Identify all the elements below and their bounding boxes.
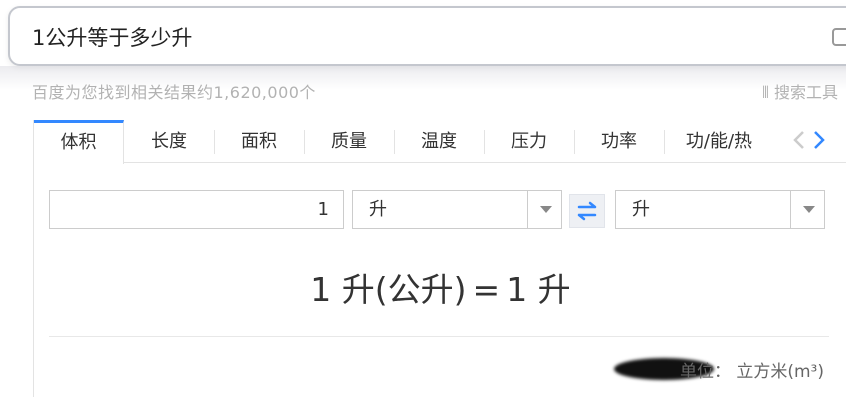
from-unit-value: 升: [369, 199, 387, 220]
chevron-right-icon[interactable]: [812, 130, 826, 154]
chevron-down-icon: [803, 206, 815, 213]
search-input[interactable]: 1公升等于多少升: [32, 22, 192, 52]
standard-unit-note: 单位： 立方米(m³): [680, 357, 824, 382]
unit-note-value: 立方米(m³): [736, 362, 824, 382]
from-unit-select[interactable]: 升: [352, 190, 562, 229]
search-tools-label: 搜索工具: [773, 83, 838, 102]
to-unit-select[interactable]: 升: [615, 190, 825, 229]
category-tabs: 体积 长度 面积 质量 温度 压力 功率 功/能/热: [34, 120, 846, 164]
result-target: 1 升: [506, 270, 571, 309]
chevron-left-icon[interactable]: [792, 130, 806, 154]
search-tools-link[interactable]: ⫴ 搜索工具: [762, 79, 838, 103]
divider: [49, 336, 829, 337]
chevron-down-icon: [540, 206, 552, 213]
search-box[interactable]: 1公升等于多少升: [8, 6, 846, 66]
result-source: 1 升(公升): [310, 270, 467, 309]
dropdown-button[interactable]: [790, 191, 824, 228]
result-equals: =: [472, 270, 501, 309]
camera-icon[interactable]: [832, 28, 846, 46]
tab-volume[interactable]: 体积: [34, 120, 124, 164]
tab-pressure[interactable]: 压力: [484, 120, 574, 163]
tab-mass[interactable]: 质量: [304, 120, 394, 163]
dropdown-button[interactable]: [527, 191, 561, 228]
tab-work-energy-heat[interactable]: 功/能/热: [664, 120, 774, 163]
tab-area[interactable]: 面积: [214, 120, 304, 163]
tab-power[interactable]: 功率: [574, 120, 664, 163]
unit-note-label: 单位：: [679, 362, 731, 382]
value-input[interactable]: 1: [49, 190, 344, 229]
funnel-icon: ⫴: [762, 83, 774, 102]
result-count: 百度为您找到相关结果约1,620,000个: [32, 83, 316, 102]
swap-arrows-icon: [577, 201, 597, 221]
swap-units-button[interactable]: [569, 194, 605, 228]
to-unit-value: 升: [632, 199, 650, 220]
conversion-result: 1 升(公升) = 1 升: [34, 263, 846, 311]
tab-length[interactable]: 长度: [124, 120, 214, 163]
tab-temperature[interactable]: 温度: [394, 120, 484, 163]
unit-converter-card: 体积 长度 面积 质量 温度 压力 功率 功/能/热 1 升 升 1 升(公升)…: [33, 120, 846, 397]
